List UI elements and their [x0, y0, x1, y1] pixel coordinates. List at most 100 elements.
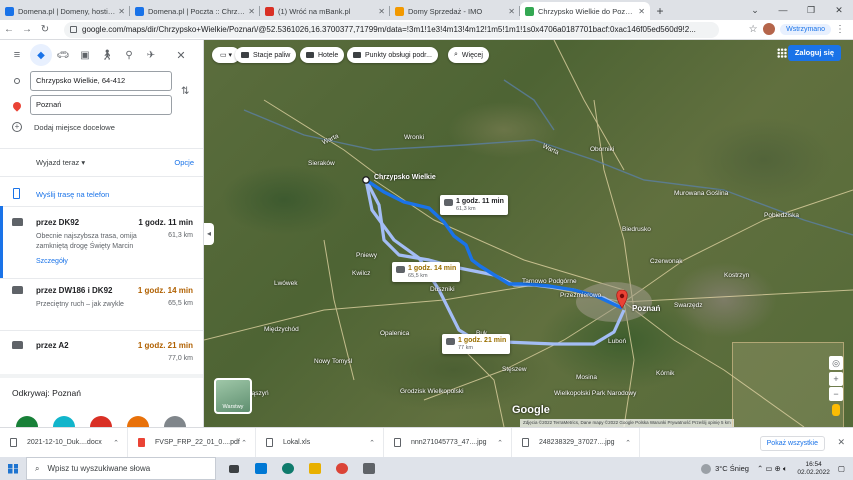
explore-category-icon[interactable] — [90, 416, 112, 427]
destination-pin-icon — [11, 100, 23, 112]
minimize-icon[interactable]: — — [769, 0, 797, 20]
address-bar[interactable]: google.com/maps/dir/Chrzypsko+Wielkie/Po… — [64, 21, 719, 38]
file-explorer-icon[interactable] — [306, 457, 324, 480]
close-tab-icon[interactable]: ✕ — [638, 7, 645, 16]
forward-icon[interactable]: → — [18, 24, 36, 35]
edge-browser-icon[interactable] — [279, 457, 297, 480]
route-option[interactable]: przez A2 1 godz. 21 min 77,0 km — [0, 341, 203, 369]
chip-gas-stations[interactable]: Stacje paliw — [235, 47, 297, 63]
close-tab-icon[interactable]: ✕ — [248, 7, 255, 16]
browser-tab[interactable]: (1) Wróć na mBank.pl ✕ — [260, 2, 390, 20]
close-directions-icon[interactable]: ✕ — [170, 44, 192, 66]
layers-grid-icon: ▭ ▾ — [220, 52, 233, 59]
route-time-label[interactable]: 1 godz. 11 min 61,3 km — [440, 195, 508, 215]
file-icon — [522, 438, 529, 447]
options-button[interactable]: Opcje — [174, 158, 194, 167]
camera-app-icon[interactable] — [360, 457, 378, 480]
route-option[interactable]: przez DW186 i DK92 1 godz. 14 min Przeci… — [0, 286, 203, 326]
transit-icon[interactable]: ▣ — [74, 44, 96, 66]
close-tab-icon[interactable]: ✕ — [118, 7, 125, 16]
chrome-browser-icon[interactable] — [333, 457, 351, 480]
route-time-label[interactable]: 1 godz. 21 min 77 km — [442, 334, 511, 354]
zoom-out-button[interactable]: − — [829, 387, 843, 401]
chevron-up-icon[interactable]: ⌃ — [369, 439, 375, 447]
menu-dots-icon[interactable]: ⋮ — [831, 24, 849, 35]
taskbar-search[interactable]: ⌕ Wpisz tu wyszukiwane słowa — [26, 457, 216, 480]
search-icon: ⌕ — [35, 463, 40, 473]
chip-hotels[interactable]: Hotele — [300, 47, 345, 63]
browser-tab[interactable]: Domy Sprzedaż - IMO ✕ — [390, 2, 520, 20]
pegman-icon[interactable] — [832, 404, 840, 416]
task-view-icon[interactable] — [225, 457, 243, 480]
depart-time-dropdown[interactable]: Wyjazd teraz ▾ — [36, 158, 85, 167]
chevron-up-icon[interactable]: ⌃ — [241, 439, 247, 447]
explore-category-icon[interactable] — [16, 416, 38, 427]
close-downloads-icon[interactable]: ✕ — [837, 437, 845, 448]
send-to-phone-link[interactable]: Wyślij trasę na telefon — [36, 190, 109, 199]
chevron-down-icon[interactable]: ⌄ — [741, 0, 769, 20]
route-details-link[interactable]: Szczegóły — [36, 258, 68, 265]
explore-category-icon[interactable] — [164, 416, 186, 427]
start-button[interactable] — [0, 457, 26, 480]
browser-tab-active[interactable]: Chrzypsko Wielkie do Poznań - G✕ — [520, 2, 650, 20]
collapse-panel-button[interactable]: ◂ — [204, 223, 214, 245]
download-item[interactable]: nnn271045773_47....jpg ⌃ — [384, 427, 512, 458]
car-icon[interactable]: 🚗︎ — [52, 44, 74, 66]
zoom-in-button[interactable]: + — [829, 372, 843, 386]
weather-text[interactable]: 3°C Śnieg — [715, 464, 749, 473]
chevron-up-icon[interactable]: ⌃ — [625, 439, 631, 447]
bicycle-icon[interactable]: ⚲ — [118, 44, 140, 66]
reload-icon[interactable]: ↻ — [36, 24, 54, 35]
service-point-icon — [353, 52, 361, 58]
map-label: Tarnowo Podgórne — [522, 278, 577, 285]
route-option[interactable]: przez DK92 1 godz. 11 min Obecnie najszy… — [0, 218, 203, 278]
maximize-icon[interactable]: ❐ — [797, 0, 825, 20]
satellite-map[interactable]: ▭ ▾ Stacje paliw Hotele Punkty obsługi p… — [204, 40, 853, 427]
notifications-icon[interactable]: ▢ — [838, 464, 845, 473]
chip-service-points[interactable]: Punkty obsługi podr... — [347, 47, 438, 63]
download-item[interactable]: FVSP_FRP_22_01_0....pdf ⌃ — [128, 427, 256, 458]
browser-tab[interactable]: Domena.pl | Domeny, hosting, n ✕ — [0, 2, 130, 20]
origin-input[interactable]: Chrzypsko Wielkie, 64-412 — [30, 71, 172, 91]
download-item[interactable]: 2021-12-10_Duk....docx ⌃ — [0, 427, 128, 458]
mail-app-icon[interactable] — [252, 457, 270, 480]
star-icon[interactable]: ☆ — [744, 24, 762, 35]
explore-category-icon[interactable] — [127, 416, 149, 427]
map-label: Stęszew — [502, 366, 527, 373]
download-item[interactable]: 248238329_37027....jpg ⌃ — [512, 427, 640, 458]
walk-icon[interactable]: 🚶︎ — [96, 44, 118, 66]
layers-toggle[interactable]: Warstwy — [214, 378, 252, 414]
profile-paused-button[interactable]: Wstrzymano — [780, 23, 831, 35]
clock[interactable]: 16:54 02.02.2022 — [797, 461, 830, 477]
chip-more[interactable]: ⌕ Więcej — [448, 47, 489, 63]
tray-icons[interactable]: ⌃ ▭ ⊕ 🔈︎ — [757, 464, 787, 474]
swap-icon[interactable]: ⇅ — [181, 86, 189, 97]
add-destination-button[interactable]: + Dodaj miejsce docelowe — [12, 122, 115, 132]
map-label: Sieraków — [308, 160, 335, 167]
new-tab-button[interactable]: + — [650, 2, 670, 20]
map-label: Mosina — [576, 374, 597, 381]
divider — [0, 374, 203, 378]
show-all-downloads-button[interactable]: Pokaż wszystkie — [759, 436, 825, 451]
destination-input[interactable]: Poznań — [30, 95, 172, 115]
car-icon — [12, 218, 23, 226]
browser-tab[interactable]: Domena.pl | Poczta :: Chrzypsko✕ — [130, 2, 260, 20]
flight-icon[interactable]: ✈︎ — [140, 44, 162, 66]
sign-in-button[interactable]: Zaloguj się — [787, 45, 841, 61]
menu-icon[interactable]: ≡ — [6, 44, 28, 66]
back-icon[interactable]: ← — [0, 24, 18, 35]
avatar[interactable] — [762, 22, 777, 36]
close-tab-icon[interactable]: ✕ — [508, 7, 515, 16]
chevron-up-icon[interactable]: ⌃ — [113, 439, 119, 447]
chevron-up-icon[interactable]: ⌃ — [497, 439, 503, 447]
pdf-file-icon — [138, 438, 145, 447]
explore-category-icon[interactable] — [53, 416, 75, 427]
compass-icon[interactable]: ◎ — [829, 356, 843, 370]
close-icon[interactable]: ✕ — [825, 0, 853, 20]
close-tab-icon[interactable]: ✕ — [378, 7, 385, 16]
route-time-label[interactable]: 1 godz. 14 min 65,5 km — [392, 262, 461, 282]
map-label: Wielkopolski Park Narodowy — [554, 390, 637, 397]
download-item[interactable]: Lokal.xls ⌃ — [256, 427, 384, 458]
directions-mode-icon[interactable]: ◆ — [30, 44, 52, 66]
apps-grid-icon[interactable] — [777, 48, 787, 58]
